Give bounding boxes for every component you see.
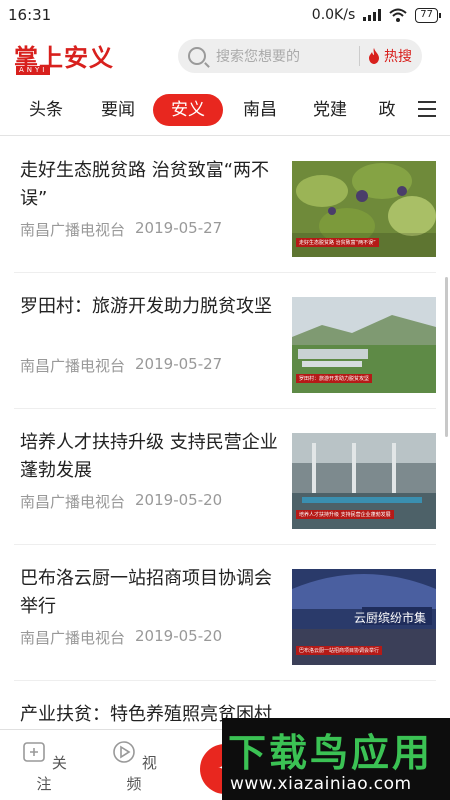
news-item[interactable]: 罗田村：旅游开发助力脱贫攻坚 南昌广播电视台 2019-05-27 罗田村：旅游… (14, 273, 436, 409)
news-title[interactable]: 走好生态脱贫路 治贫致富“两不误” (20, 157, 282, 213)
news-source: 南昌广播电视台 (20, 493, 126, 511)
news-title[interactable]: 巴布洛云厨一站招商项目协调会举行 (20, 565, 282, 621)
news-item[interactable]: 巴布洛云厨一站招商项目协调会举行 南昌广播电视台 2019-05-20 云厨缤纷… (14, 545, 436, 681)
tab-dangjian[interactable]: 党建 (298, 94, 362, 126)
news-title[interactable]: 罗田村：旅游开发助力脱贫攻坚 (20, 293, 282, 321)
news-title[interactable]: 培养人才扶持升级 支持民营企业蓬勃发展 (20, 429, 282, 485)
news-item[interactable]: 培养人才扶持升级 支持民营企业蓬勃发展 南昌广播电视台 2019-05-20 培… (14, 409, 436, 545)
scrollbar[interactable] (445, 277, 448, 437)
net-speed: 0.0K/s (311, 7, 356, 23)
thumbnail-caption: 巴布洛云厨一站招商项目协调会举行 (296, 646, 383, 655)
search-bar[interactable]: 搜索您想要的 热搜 (178, 39, 422, 73)
thumbnail-caption: 罗田村：旅游开发助力脱贫攻坚 (296, 374, 373, 383)
news-thumbnail[interactable]: 培养人才扶持升级 支持民营企业蓬勃发展 (292, 433, 436, 529)
nav-video[interactable]: 视频 (104, 740, 164, 794)
search-input[interactable]: 搜索您想要的 (216, 46, 351, 66)
news-meta: 南昌广播电视台 2019-05-20 (20, 491, 222, 512)
signal-icon (363, 9, 382, 21)
status-indicators: 0.0K/s 77 (311, 7, 441, 23)
thumbnail-sign: 云厨缤纷市集 (354, 611, 427, 625)
watermark-url: www.xiazainiao.com (230, 774, 412, 794)
tab-zheng[interactable]: 政 (372, 94, 402, 126)
news-source: 南昌广播电视台 (20, 357, 126, 375)
logo-subtext: ANYI (16, 66, 51, 75)
news-thumbnail[interactable]: 罗田村：旅游开发助力脱贫攻坚 (292, 297, 436, 393)
news-date: 2019-05-27 (135, 219, 223, 237)
menu-icon[interactable] (418, 101, 436, 117)
category-tabs: 头条 要闻 安义 南昌 党建 政 (0, 84, 450, 136)
news-meta: 南昌广播电视台 2019-05-27 (20, 355, 222, 376)
news-date: 2019-05-27 (135, 355, 223, 373)
app-header: 掌上安义 ANYI 搜索您想要的 热搜 (0, 30, 450, 84)
news-meta: 南昌广播电视台 2019-05-27 (20, 219, 222, 240)
nav-follow[interactable]: 关注 (14, 740, 74, 794)
tab-yaowen[interactable]: 要闻 (86, 94, 150, 126)
news-date: 2019-05-20 (135, 627, 223, 645)
news-date: 2019-05-20 (135, 491, 223, 509)
watermark-main: 下载鸟应用 (228, 731, 434, 775)
thumbnail-caption: 培养人才扶持升级 支持民营企业蓬勃发展 (296, 510, 394, 519)
flame-icon (369, 48, 379, 64)
status-time: 16:31 (8, 6, 52, 24)
tab-toutiao[interactable]: 头条 (14, 94, 78, 126)
news-thumbnail[interactable]: 云厨缤纷市集 巴布洛云厨一站招商项目协调会举行 (292, 569, 436, 665)
hot-search-button[interactable]: 热搜 (368, 46, 412, 66)
tab-nanchang[interactable]: 南昌 (228, 94, 292, 126)
search-divider (359, 46, 360, 66)
app-logo: 掌上安义 ANYI (14, 38, 114, 76)
wifi-icon (389, 8, 407, 22)
follow-icon (23, 742, 45, 762)
status-bar: 16:31 0.0K/s 77 (0, 0, 450, 30)
news-meta: 南昌广播电视台 2019-05-20 (20, 627, 222, 648)
search-icon (188, 47, 206, 65)
news-thumbnail[interactable]: 走好生态脱贫路 治贫致富“两不误” (292, 161, 436, 257)
battery-icon: 77 (415, 7, 441, 23)
news-source: 南昌广播电视台 (20, 629, 126, 647)
watermark-logo: 下载鸟应用 www.xiazainiao.com (222, 718, 450, 800)
news-feed[interactable]: 走好生态脱贫路 治贫致富“两不误” 南昌广播电视台 2019-05-27 走好生… (0, 137, 450, 729)
hot-search-label: 热搜 (384, 49, 412, 65)
play-icon (113, 741, 135, 763)
thumbnail-caption: 走好生态脱贫路 治贫致富“两不误” (296, 238, 379, 247)
news-item[interactable]: 走好生态脱贫路 治贫致富“两不误” 南昌广播电视台 2019-05-27 走好生… (14, 137, 436, 273)
news-source: 南昌广播电视台 (20, 221, 126, 239)
tab-anyi[interactable]: 安义 (153, 94, 223, 126)
